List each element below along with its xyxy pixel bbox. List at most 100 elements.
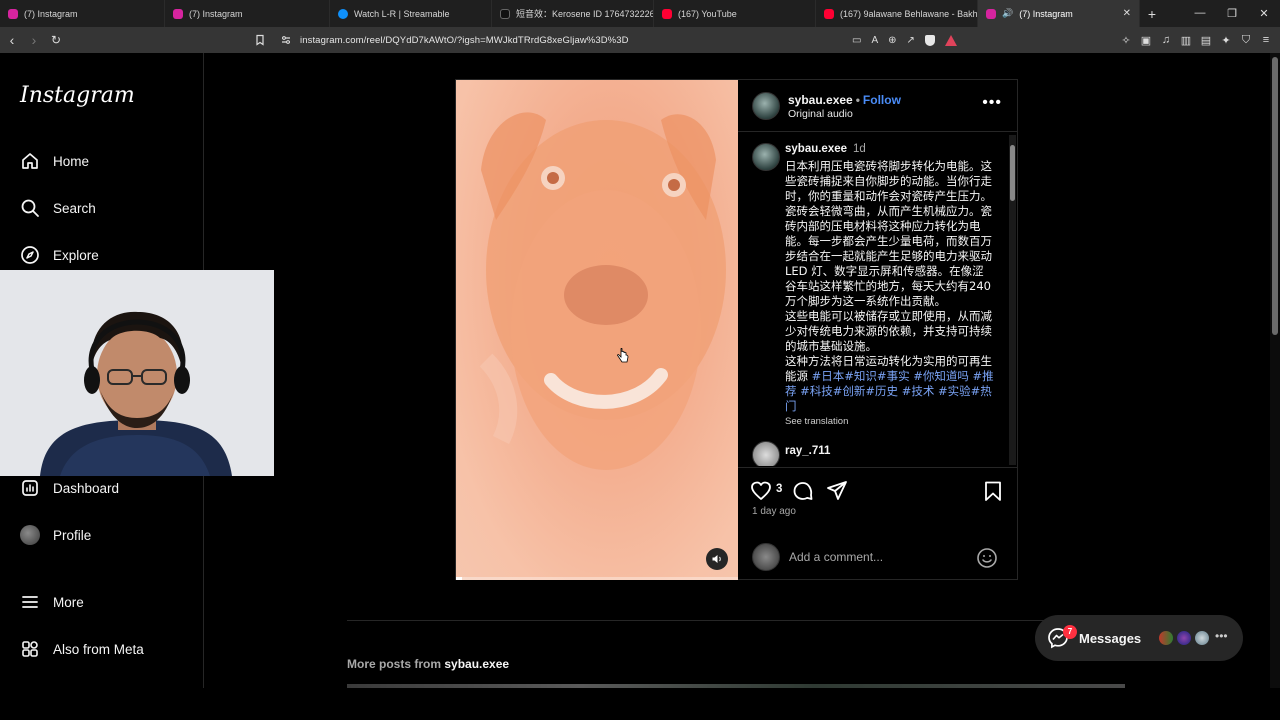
brave-shield-icon[interactable] (924, 34, 935, 46)
sidebar-toggle-icon[interactable]: ▥ (1180, 34, 1192, 47)
page-scrollbar[interactable] (1270, 53, 1280, 688)
nav-home[interactable]: Home (20, 151, 89, 171)
more-options-icon[interactable]: ••• (982, 94, 1002, 112)
share-icon[interactable]: ↗ (907, 35, 915, 46)
back-icon[interactable]: ‹ (2, 32, 22, 48)
brave-rewards-icon[interactable] (944, 34, 957, 46)
tab-title: (7) Instagram (189, 8, 243, 19)
extensions-icon[interactable]: ✧ (1120, 34, 1132, 47)
author-username[interactable]: sybau.exee (788, 93, 853, 107)
page-scrollbar-thumb[interactable] (1272, 57, 1278, 335)
profile-avatar (20, 525, 40, 545)
close-tab-icon[interactable]: ✕ (1123, 8, 1131, 19)
audio-playing-icon[interactable]: 🔊 (1002, 8, 1013, 19)
search-icon (21, 199, 39, 217)
browser-tab[interactable]: (7) Instagram (165, 0, 330, 27)
instagram-favicon-icon (8, 8, 18, 19)
author-line: sybau.exee • Follow (788, 93, 901, 107)
nav-search[interactable]: Search (20, 198, 96, 218)
browser-tab[interactable]: (167) 9alawane Behlawane - Bakhira (816, 0, 978, 27)
leo-ai-icon[interactable]: ✦ (1220, 34, 1232, 47)
forward-icon[interactable]: › (24, 32, 44, 48)
zoom-icon[interactable]: ⊕ (888, 35, 896, 46)
author-avatar[interactable] (752, 92, 780, 120)
streamable-favicon-icon (338, 8, 348, 19)
translate-icon[interactable]: A (871, 35, 878, 46)
caption-scrollbar[interactable] (1009, 135, 1016, 465)
tab-title: (7) Instagram (1019, 8, 1073, 19)
nav-profile[interactable]: Profile (20, 525, 91, 545)
browser-tab[interactable]: 短音效：Kerosene ID 1764732226 | T (492, 0, 654, 27)
caption-username[interactable]: sybau.exee (785, 143, 847, 155)
message-avatar (1157, 629, 1175, 647)
instagram-logo[interactable]: Instagram (20, 83, 135, 108)
cast-icon[interactable]: ▭ (852, 35, 861, 46)
browser-tab[interactable]: (167) YouTube (654, 0, 816, 27)
new-tab-icon[interactable]: + (1140, 6, 1164, 22)
commenter-avatar[interactable] (752, 441, 780, 466)
nav-dashboard[interactable]: Dashboard (20, 478, 119, 498)
more-avatars-icon: ••• (1215, 629, 1228, 643)
youtube-favicon-icon (824, 8, 834, 19)
wallet-icon[interactable]: ▣ (1140, 34, 1152, 47)
like-count[interactable]: 3 (776, 483, 782, 495)
vpn-icon[interactable]: ⛉ (1240, 34, 1252, 46)
instagram-favicon-icon (173, 8, 183, 19)
my-avatar (752, 543, 780, 571)
tab-title: 短音效：Kerosene ID 1764732226 | T (516, 9, 654, 19)
nav-label: More (53, 594, 84, 610)
comment-icon[interactable] (792, 480, 814, 502)
nav-label: Search (53, 200, 96, 216)
site-settings-icon[interactable] (280, 34, 292, 46)
compass-icon (21, 246, 39, 264)
audio-label[interactable]: Original audio (788, 108, 853, 120)
nav-label: Profile (53, 527, 92, 543)
caption-body: 日本利用压电瓷砖将脚步转化为电能。这些瓷砖捕捉来自你脚步的动能。当你行走时，你的… (785, 159, 992, 383)
nav-also-from-meta[interactable]: Also from Meta (20, 639, 144, 659)
speaker-icon (712, 555, 721, 563)
browser-tab-active[interactable]: 🔊 (7) Instagram ✕ (978, 0, 1140, 27)
mute-button[interactable] (706, 548, 728, 570)
nav-label: Dashboard (53, 480, 120, 496)
reel-post: sybau.exee • Follow Original audio ••• syb… (455, 79, 1018, 580)
caption-header: sybau.exee 1d (785, 143, 866, 155)
caption-text: 日本利用压电瓷砖将脚步转化为电能。这些瓷砖捕捉来自你脚步的动能。当你行走时，你的… (785, 159, 995, 414)
separator-dot: • (855, 93, 860, 107)
browser-tab[interactable]: (7) Instagram (0, 0, 165, 27)
message-avatar (1193, 629, 1211, 647)
reload-icon[interactable]: ↻ (46, 33, 66, 47)
menu-icon[interactable]: ≡ (1260, 34, 1272, 46)
minimize-icon[interactable]: — (1184, 7, 1216, 20)
caption-time: 1d (853, 143, 866, 155)
maximize-icon[interactable]: ❐ (1216, 7, 1248, 20)
save-bookmark-icon[interactable] (982, 480, 1004, 502)
caption-author-avatar[interactable] (752, 143, 780, 171)
dashboard-icon (22, 480, 38, 496)
media-icon[interactable]: ♫ (1160, 34, 1172, 46)
like-heart-icon[interactable] (750, 480, 772, 502)
messages-button[interactable]: 7 Messages ••• (1035, 615, 1243, 661)
home-icon (22, 153, 38, 169)
caption-scrollbar-thumb[interactable] (1010, 145, 1015, 201)
tab-title: (167) YouTube (678, 8, 737, 19)
nav-label: Also from Meta (53, 641, 144, 657)
close-window-icon[interactable]: ✕ (1248, 7, 1280, 20)
more-posts-user[interactable]: sybau.exee (444, 657, 509, 671)
share-paper-plane-icon[interactable] (826, 480, 848, 502)
more-posts-thumbnails[interactable] (347, 684, 1125, 688)
wallet-card-icon[interactable]: ▤ (1200, 34, 1212, 47)
url-field[interactable]: instagram.com/reel/DQYdD7kAWtO/?igsh=MWJ… (300, 35, 629, 46)
nav-more[interactable]: More (20, 592, 84, 612)
video-progress-bar[interactable] (456, 577, 738, 580)
comment-username[interactable]: ray_.711 (785, 445, 830, 457)
bookmark-icon[interactable] (254, 34, 266, 46)
browser-tab[interactable]: Watch L-R | Streamable (330, 0, 492, 27)
follow-button[interactable]: Follow (863, 93, 901, 107)
address-bar: ‹ › ↻ instagram.com/reel/DQYdD7kAWtO/?ig… (0, 27, 1280, 53)
caption-hashtags[interactable]: #日本#知识#事实 #你知道吗 #推荐 #科技#创新#历史 #技术 #实验#热门 (785, 369, 994, 413)
nav-explore[interactable]: Explore (20, 245, 99, 265)
see-translation-link[interactable]: See translation (785, 416, 848, 427)
emoji-icon[interactable] (976, 547, 998, 569)
comment-input[interactable]: Add a comment... (789, 550, 883, 564)
reel-video[interactable] (456, 80, 738, 580)
